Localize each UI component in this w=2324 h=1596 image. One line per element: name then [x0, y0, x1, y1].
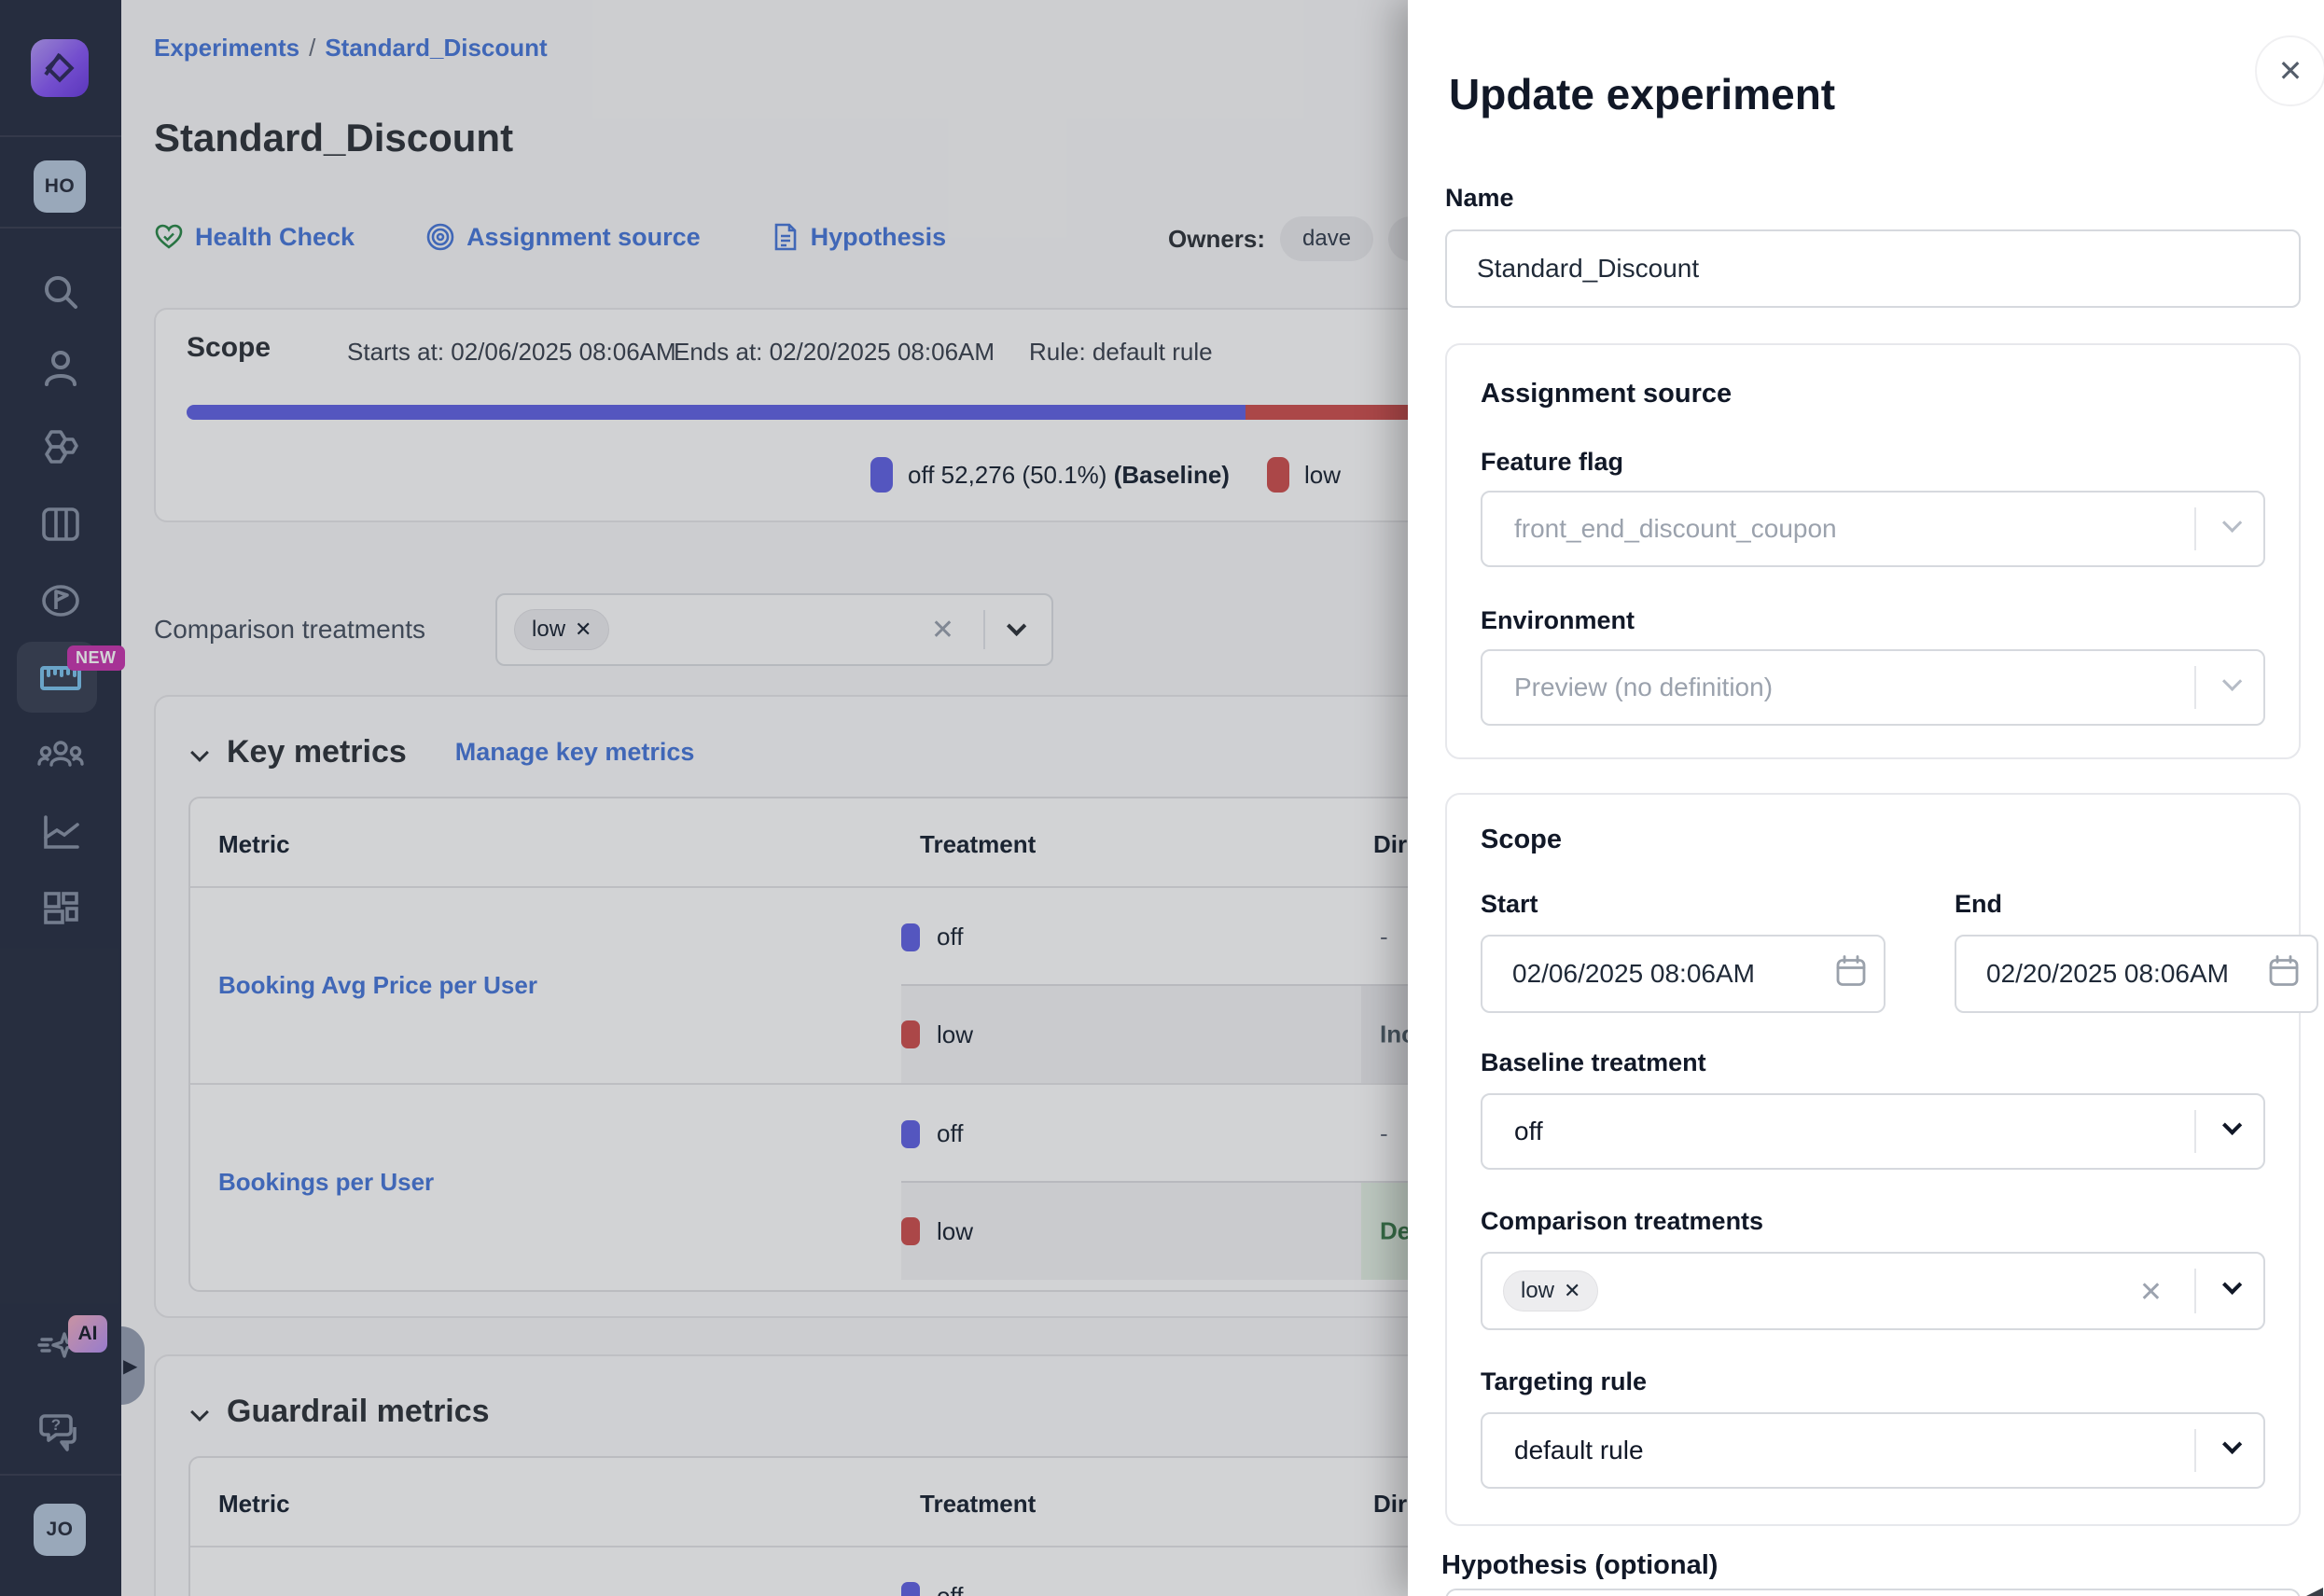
chevron-down-icon	[2222, 1435, 2242, 1454]
divider	[2194, 507, 2196, 551]
start-label: Start	[1481, 890, 1538, 919]
end-label: End	[1955, 890, 2002, 919]
environment-label: Environment	[1481, 606, 1635, 635]
chevron-down-icon	[2222, 513, 2242, 533]
divider	[2194, 666, 2196, 710]
close-button[interactable]: ✕	[2255, 35, 2324, 106]
close-icon: ✕	[2278, 53, 2303, 89]
feature-flag-label: Feature flag	[1481, 448, 1623, 477]
start-date-input[interactable]: 02/06/2025 08:06AM	[1481, 935, 1886, 1013]
drawer-title: Update experiment	[1449, 69, 1835, 119]
clear-selection-icon[interactable]: ✕	[2139, 1276, 2163, 1309]
assignment-source-heading: Assignment source	[1481, 379, 1732, 409]
divider	[2194, 1269, 2196, 1313]
chevron-down-icon	[2222, 1116, 2242, 1135]
baseline-treatment-label: Baseline treatment	[1481, 1048, 1706, 1077]
calendar-icon[interactable]	[2268, 954, 2300, 994]
assignment-source-card: Assignment source Feature flag front_end…	[1445, 343, 2301, 759]
targeting-rule-label: Targeting rule	[1481, 1367, 1647, 1396]
modal-dim-overlay[interactable]	[0, 0, 1408, 1596]
scope-card: Scope Start End 02/06/2025 08:06AM 02/20…	[1445, 793, 2301, 1526]
baseline-treatment-select[interactable]: off	[1481, 1093, 2265, 1170]
chevron-down-icon	[2222, 1275, 2242, 1295]
feature-flag-select[interactable]: front_end_discount_coupon	[1481, 491, 2265, 567]
name-label: Name	[1445, 184, 1514, 213]
comparison-treatments-select[interactable]: low✕ ✕	[1481, 1252, 2265, 1330]
calendar-icon[interactable]	[1835, 954, 1867, 994]
scope-heading: Scope	[1481, 825, 1562, 855]
comparison-treatments-label: Comparison treatments	[1481, 1207, 1763, 1236]
treatment-chip-low[interactable]: low✕	[1503, 1270, 1598, 1311]
textarea-resize-grip[interactable]	[2306, 1588, 2323, 1596]
end-date-input[interactable]: 02/20/2025 08:06AM	[1955, 935, 2318, 1013]
divider	[2194, 1429, 2196, 1473]
targeting-rule-select[interactable]: default rule	[1481, 1412, 2265, 1489]
update-experiment-drawer: ✕ Update experiment Name Standard_Discou…	[1408, 0, 2324, 1596]
chip-remove-icon[interactable]: ✕	[1564, 1279, 1580, 1303]
chevron-down-icon	[2222, 672, 2242, 691]
app-root: HO	[0, 0, 2324, 1596]
name-input[interactable]: Standard_Discount	[1445, 229, 2301, 308]
divider	[2194, 1110, 2196, 1154]
hypothesis-textarea[interactable]	[1445, 1589, 2301, 1596]
environment-select[interactable]: Preview (no definition)	[1481, 649, 2265, 726]
hypothesis-heading: Hypothesis (optional)	[1441, 1550, 1718, 1581]
